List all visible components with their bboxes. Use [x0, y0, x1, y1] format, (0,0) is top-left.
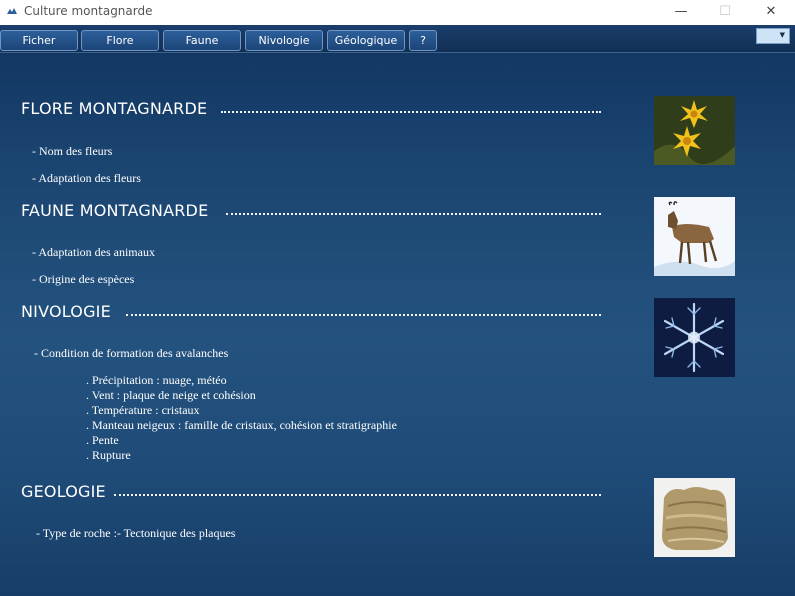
main-content: Ficher Flore Faune Nivologie Géologique … [0, 25, 795, 596]
nivologie-subitem: . Pente [86, 433, 119, 447]
close-button[interactable]: ✕ [748, 0, 794, 25]
menu-nivologie-button[interactable]: Nivologie [245, 30, 323, 51]
flore-item-adaptation[interactable]: - Adaptation des fleurs [32, 171, 141, 186]
minimize-button[interactable]: — [658, 0, 704, 25]
faune-item-origine[interactable]: - Origine des espèces [32, 272, 134, 287]
menu-faune-button[interactable]: Faune [163, 30, 241, 51]
nivologie-subitem: . Rupture [86, 448, 131, 462]
flore-item-nom[interactable]: - Nom des fleurs [32, 144, 112, 159]
chamois-drawing [654, 197, 735, 276]
geologie-heading: GEOLOGIE [21, 482, 106, 501]
faune-item-adaptation[interactable]: - Adaptation des animaux [32, 245, 155, 260]
flore-heading: FLORE MONTAGNARDE [21, 99, 208, 118]
rock-photo [654, 478, 735, 557]
menu-geologique-button[interactable]: Géologique [327, 30, 405, 51]
title-bar: Culture montagnarde — ☐ ✕ [0, 0, 795, 25]
faune-heading: FAUNE MONTAGNARDE [21, 201, 209, 220]
menu-fichier-button[interactable]: Ficher [0, 30, 78, 51]
flower-photo [654, 96, 735, 165]
nivologie-subitem: . Vent : plaque de neige et cohésion [86, 388, 256, 402]
window-title: Culture montagnarde [24, 4, 153, 18]
snowflake-photo [654, 298, 735, 377]
app-icon [7, 8, 17, 14]
nivologie-subitem: . Manteau neigeux : famille de cristaux,… [86, 418, 397, 432]
flore-dotted-leader [221, 111, 601, 113]
nivologie-subitem: . Précipitation : nuage, météo [86, 373, 227, 387]
nivologie-subitem: . Température : cristaux [86, 403, 200, 417]
menu-bar: Ficher Flore Faune Nivologie Géologique … [0, 25, 795, 53]
corner-dropdown[interactable]: ▼ [756, 28, 790, 44]
nivologie-heading: NIVOLOGIE [21, 302, 111, 321]
chevron-down-icon: ▼ [779, 31, 785, 39]
maximize-button[interactable]: ☐ [702, 0, 748, 25]
nivologie-item-conditions[interactable]: - Condition de formation des avalanches [34, 346, 228, 361]
faune-dotted-leader [226, 213, 601, 215]
geologie-item-roche[interactable]: - Type de roche :- Tectonique des plaque… [36, 526, 235, 541]
menu-help-button[interactable]: ? [409, 30, 437, 51]
geologie-dotted-leader [114, 494, 601, 496]
menu-flore-button[interactable]: Flore [81, 30, 159, 51]
nivologie-dotted-leader [126, 314, 601, 316]
